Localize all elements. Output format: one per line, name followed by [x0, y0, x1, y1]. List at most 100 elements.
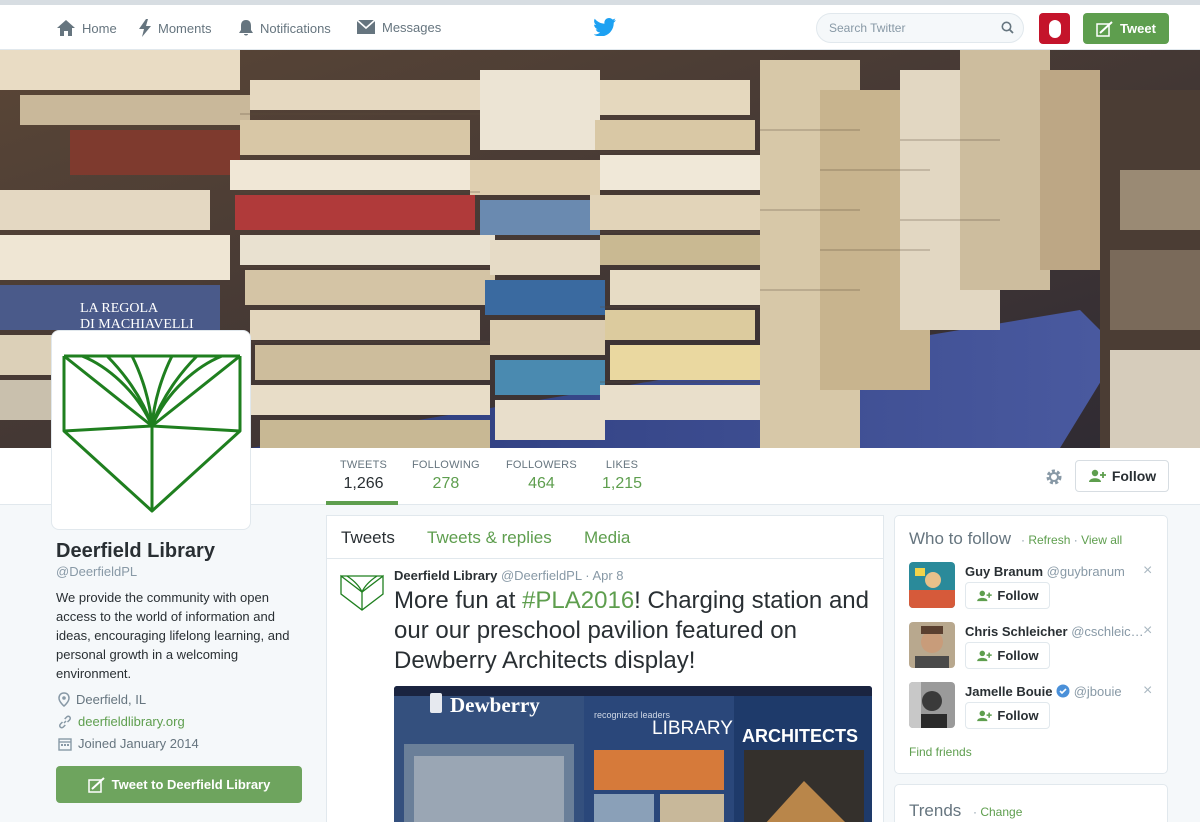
dismiss-icon[interactable]: ×: [1143, 622, 1152, 640]
timeline: Tweets Tweets & replies Media Deerfield …: [326, 515, 884, 822]
stat-followers[interactable]: FOLLOWERS 464: [506, 459, 577, 493]
search-input[interactable]: [817, 14, 987, 42]
tweet-author-avatar[interactable]: [339, 572, 385, 612]
trends-title: Trends: [909, 801, 962, 820]
suggestion-name[interactable]: Guy Branum @guybranum: [965, 564, 1125, 579]
guy-branum-avatar-image: [909, 562, 955, 608]
profile-website[interactable]: deerfieldlibrary.org: [58, 714, 185, 729]
account-avatar-egg: [1048, 19, 1061, 38]
who-to-follow-title: Who to follow: [909, 529, 1012, 548]
avatar[interactable]: [909, 682, 955, 728]
compose-quill-icon: [1096, 20, 1113, 37]
envelope-icon: [356, 19, 376, 34]
tweet-to-button[interactable]: Tweet to Deerfield Library: [56, 766, 302, 803]
top-navigation-bar: Home Moments Notifications Messages Twee…: [0, 0, 1200, 50]
follow-button[interactable]: Follow: [965, 582, 1050, 609]
stat-following[interactable]: FOLLOWING 278: [412, 459, 480, 493]
suggestion-name-text: Guy Branum: [965, 564, 1044, 579]
add-user-icon: [977, 650, 993, 661]
trends-separator: ·: [973, 805, 977, 819]
tweet-header: Deerfield Library @DeerfieldPL · Apr 8: [394, 568, 624, 583]
calendar-icon: [58, 737, 72, 751]
jamelle-bouie-avatar-image: [909, 682, 955, 728]
active-stat-underline: [326, 501, 398, 505]
nav-messages-label: Messages: [382, 19, 442, 35]
profile-website-link[interactable]: deerfieldlibrary.org: [78, 714, 185, 729]
profile-joined-text: Joined January 2014: [78, 736, 199, 751]
stat-followers-label: FOLLOWERS: [506, 459, 577, 471]
who-to-follow-module: Who to follow · Refresh · View all Guy B…: [894, 515, 1168, 774]
follow-button-label: Follow: [997, 708, 1039, 723]
follow-button[interactable]: Follow: [965, 702, 1050, 729]
add-user-icon: [1088, 469, 1106, 482]
tweet-text-before: More fun at: [394, 587, 523, 614]
suggestion-guy-branum: Guy Branum @guybranum × Follow: [909, 562, 1159, 618]
media-architects-text: ARCHITECTS: [742, 726, 858, 746]
trends-change-text[interactable]: Change: [980, 805, 1022, 819]
refresh-link[interactable]: Refresh: [1028, 533, 1070, 547]
trends-change-link[interactable]: · Change: [973, 805, 1022, 819]
stat-tweets-label: TWEETS: [340, 459, 388, 471]
tweet-text: More fun at #PLA2016! Charging station a…: [394, 586, 874, 676]
profile-name[interactable]: Deerfield Library: [56, 540, 215, 563]
tweet-author-handle[interactable]: @DeerfieldPL: [501, 568, 582, 583]
suggestion-handle: @guybranum: [1046, 564, 1125, 579]
suggestion-name[interactable]: Chris Schleicher @cschleic…: [965, 624, 1144, 639]
add-user-icon: [977, 710, 993, 721]
profile-avatar[interactable]: [51, 330, 251, 530]
profile-location: Deerfield, IL: [58, 692, 146, 707]
profile-handle[interactable]: @DeerfieldPL: [56, 564, 137, 579]
search-box[interactable]: [816, 13, 1024, 43]
profile-bio: We provide the community with open acces…: [56, 590, 290, 681]
nav-notifications[interactable]: Notifications: [238, 19, 331, 37]
media-library-text: LIBRARY: [652, 718, 733, 739]
account-avatar[interactable]: [1039, 13, 1070, 44]
search-icon[interactable]: [1001, 21, 1014, 34]
stat-tweets[interactable]: TWEETS 1,266: [340, 459, 387, 493]
bell-icon: [239, 20, 253, 36]
home-icon: [57, 20, 75, 36]
link-icon: [59, 715, 71, 728]
stat-likes-value: 1,215: [602, 475, 643, 492]
tweet-date[interactable]: Apr 8: [592, 568, 623, 583]
tweet-hashtag[interactable]: #PLA2016: [522, 587, 634, 614]
compose-tweet-button[interactable]: Tweet: [1083, 13, 1169, 44]
tweet-media-photo[interactable]: Dewberry recognized leaders LIBRARY ARCH…: [394, 686, 872, 822]
view-all-link[interactable]: View all: [1081, 533, 1122, 547]
twitter-bird-icon[interactable]: [594, 18, 616, 36]
media-dewberry-text: Dewberry: [450, 693, 540, 717]
stat-following-value: 278: [432, 475, 460, 492]
suggestion-name-text: Jamelle Bouie: [965, 684, 1053, 699]
tab-tweets-replies[interactable]: Tweets & replies: [427, 528, 552, 548]
suggestion-name[interactable]: Jamelle Bouie @jbouie: [965, 684, 1122, 699]
follow-profile-button[interactable]: Follow: [1075, 460, 1169, 492]
follow-button-label: Follow: [997, 648, 1039, 663]
tweet-author-name[interactable]: Deerfield Library: [394, 568, 497, 583]
wtf-separator-1: ·: [1021, 533, 1025, 547]
nav-messages[interactable]: Messages: [356, 19, 441, 35]
nav-moments[interactable]: Moments: [138, 19, 211, 37]
chris-schleicher-avatar-image: [909, 622, 955, 668]
gear-icon[interactable]: [1044, 467, 1064, 487]
who-to-follow-links: · Refresh · View all: [1021, 533, 1122, 547]
avatar[interactable]: [909, 562, 955, 608]
add-user-icon: [977, 590, 993, 601]
verified-badge-icon: [1056, 684, 1070, 698]
tab-media[interactable]: Media: [584, 528, 630, 548]
dismiss-icon[interactable]: ×: [1143, 682, 1152, 700]
avatar[interactable]: [909, 622, 955, 668]
nav-home[interactable]: Home: [56, 19, 117, 37]
trends-module: Trends · Change: [894, 784, 1168, 822]
nav-notifications-label: Notifications: [260, 20, 331, 36]
find-friends-link[interactable]: Find friends: [909, 745, 972, 759]
stat-following-label: FOLLOWING: [412, 459, 480, 471]
stat-likes-label: LIKES: [605, 459, 639, 471]
stat-likes[interactable]: LIKES 1,215: [602, 459, 642, 493]
dismiss-icon[interactable]: ×: [1143, 562, 1152, 580]
follow-button-label: Follow: [997, 588, 1039, 603]
follow-profile-label: Follow: [1111, 468, 1157, 484]
suggestion-jamelle-bouie: Jamelle Bouie @jbouie × Follow: [909, 682, 1159, 738]
tab-tweets[interactable]: Tweets: [341, 528, 395, 548]
tweet-separator: ·: [585, 568, 590, 583]
follow-button[interactable]: Follow: [965, 642, 1050, 669]
